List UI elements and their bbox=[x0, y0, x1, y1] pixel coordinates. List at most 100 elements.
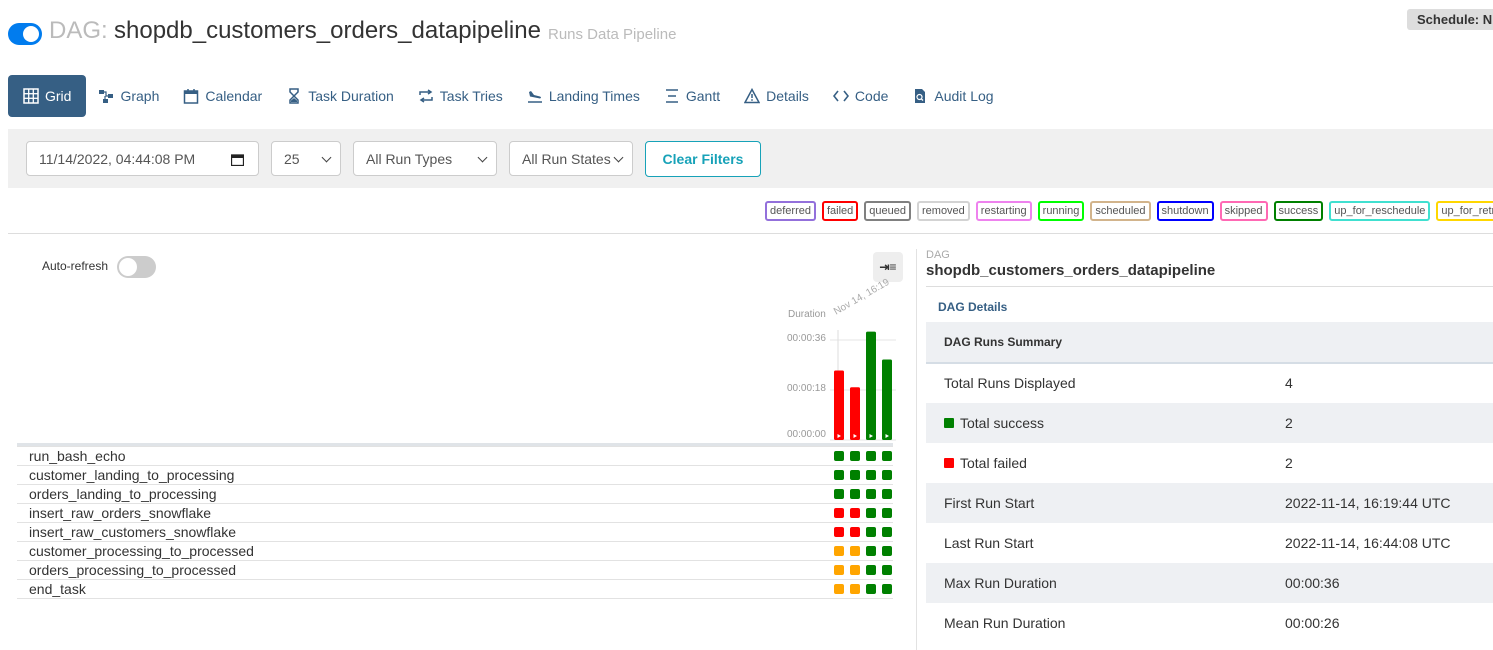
tab-task-duration[interactable]: Task Duration bbox=[274, 75, 406, 117]
tab-gantt[interactable]: Gantt bbox=[652, 75, 732, 117]
tab-audit-log[interactable]: Audit Log bbox=[900, 75, 1005, 117]
task-row[interactable]: orders_processing_to_processed bbox=[17, 560, 893, 579]
task-instance-success[interactable] bbox=[882, 565, 892, 575]
task-name[interactable]: orders_landing_to_processing bbox=[29, 486, 217, 502]
task-instance-success[interactable] bbox=[882, 489, 892, 499]
dag-pause-toggle[interactable] bbox=[8, 23, 42, 45]
task-instance-success[interactable] bbox=[850, 470, 860, 480]
legend-item[interactable]: running bbox=[1037, 201, 1085, 221]
task-instance-success[interactable] bbox=[882, 508, 892, 518]
summary-row: Total success 2 bbox=[926, 403, 1493, 443]
tab-details[interactable]: Details bbox=[732, 75, 821, 117]
hourglass-icon bbox=[289, 88, 299, 104]
legend-item[interactable]: deferred bbox=[765, 201, 816, 221]
task-instance-success[interactable] bbox=[866, 527, 876, 537]
task-instance-upstream_failed[interactable] bbox=[834, 565, 844, 575]
run-type-value: All Run Types bbox=[366, 150, 453, 167]
task-name[interactable]: insert_raw_customers_snowflake bbox=[29, 524, 236, 540]
run-duration-bar[interactable] bbox=[834, 370, 844, 440]
task-name[interactable]: end_task bbox=[29, 581, 86, 597]
task-name[interactable]: insert_raw_orders_snowflake bbox=[29, 505, 211, 521]
task-instance-success[interactable] bbox=[866, 489, 876, 499]
task-instance-failed[interactable] bbox=[850, 527, 860, 537]
dag-title: shopdb_customers_orders_datapipeline bbox=[114, 17, 541, 44]
tab-label: Grid bbox=[45, 88, 72, 104]
task-row[interactable]: insert_raw_customers_snowflake bbox=[17, 522, 893, 541]
tab-grid[interactable]: Grid bbox=[8, 75, 87, 117]
task-row[interactable]: customer_processing_to_processed bbox=[17, 541, 893, 560]
legend-item[interactable]: skipped bbox=[1219, 201, 1268, 221]
task-instance-upstream_failed[interactable] bbox=[834, 546, 844, 556]
tab-label: Graph bbox=[120, 88, 160, 104]
num-runs-select[interactable]: 25 bbox=[271, 141, 341, 176]
run-type-select[interactable]: All Run Types bbox=[353, 141, 497, 176]
task-instance-failed[interactable] bbox=[834, 508, 844, 518]
task-instance-success[interactable] bbox=[834, 451, 844, 461]
run-state-select[interactable]: All Run States bbox=[509, 141, 633, 176]
task-instance-success[interactable] bbox=[866, 546, 876, 556]
divider bbox=[926, 286, 1493, 287]
task-instance-success[interactable] bbox=[866, 451, 876, 461]
task-instance-success[interactable] bbox=[882, 546, 892, 556]
tab-calendar[interactable]: Calendar bbox=[171, 75, 274, 117]
task-row[interactable]: run_bash_echo bbox=[17, 446, 893, 465]
legend-item[interactable]: shutdown bbox=[1156, 201, 1214, 221]
task-instance-failed[interactable] bbox=[850, 508, 860, 518]
summary-key: Last Run Start bbox=[944, 535, 1034, 551]
task-name[interactable]: customer_landing_to_processing bbox=[29, 467, 234, 483]
task-instance-success[interactable] bbox=[834, 470, 844, 480]
task-instance-success[interactable] bbox=[850, 451, 860, 461]
task-name[interactable]: orders_processing_to_processed bbox=[29, 562, 236, 578]
task-row[interactable]: end_task bbox=[17, 579, 893, 599]
legend-item[interactable]: success bbox=[1273, 201, 1324, 221]
run-date-label: Nov 14, 16:19 bbox=[832, 276, 892, 318]
task-instance-success[interactable] bbox=[866, 584, 876, 594]
task-instance-success[interactable] bbox=[882, 527, 892, 537]
run-duration-bar[interactable] bbox=[850, 387, 860, 440]
run-duration-bar[interactable] bbox=[866, 331, 876, 440]
task-instance-upstream_failed[interactable] bbox=[850, 584, 860, 594]
calendar-picker-icon[interactable] bbox=[231, 153, 244, 166]
task-instance-failed[interactable] bbox=[834, 527, 844, 537]
legend-item[interactable]: scheduled bbox=[1090, 201, 1151, 221]
clear-filters-button[interactable]: Clear Filters bbox=[645, 141, 761, 177]
task-instance-success[interactable] bbox=[866, 470, 876, 480]
task-instance-success[interactable] bbox=[882, 470, 892, 480]
tab-landing-times[interactable]: Landing Times bbox=[515, 75, 652, 117]
warning-triangle-icon bbox=[744, 88, 761, 104]
task-row[interactable]: insert_raw_orders_snowflake bbox=[17, 503, 893, 522]
task-row[interactable]: orders_landing_to_processing bbox=[17, 484, 893, 503]
task-instance-success[interactable] bbox=[882, 451, 892, 461]
legend-item[interactable]: up_for_retry bbox=[1436, 201, 1493, 221]
auto-refresh-toggle[interactable] bbox=[117, 256, 156, 278]
duration-tick: 00:00:18 bbox=[787, 383, 826, 394]
task-name[interactable]: customer_processing_to_processed bbox=[29, 543, 254, 559]
collapse-details-button[interactable]: ⇥≡ bbox=[873, 252, 903, 282]
task-instance-upstream_failed[interactable] bbox=[850, 546, 860, 556]
tab-graph[interactable]: Graph bbox=[86, 75, 171, 117]
tab-task-tries[interactable]: Task Tries bbox=[406, 75, 515, 117]
run-duration-bar[interactable] bbox=[882, 359, 892, 440]
state-square-icon bbox=[944, 458, 954, 468]
legend-item[interactable]: restarting bbox=[975, 201, 1032, 221]
retry-icon bbox=[419, 89, 433, 103]
task-name[interactable]: run_bash_echo bbox=[29, 448, 126, 464]
task-instance-upstream_failed[interactable] bbox=[834, 584, 844, 594]
summary-value: 4 bbox=[1285, 375, 1293, 391]
task-instance-success[interactable] bbox=[866, 508, 876, 518]
task-row[interactable]: customer_landing_to_processing bbox=[17, 465, 893, 484]
duration-axis-label: Duration bbox=[788, 309, 826, 320]
legend-item[interactable]: up_for_reschedule bbox=[1329, 201, 1431, 221]
task-instance-success[interactable] bbox=[882, 584, 892, 594]
task-instance-success[interactable] bbox=[834, 489, 844, 499]
task-instance-success[interactable] bbox=[850, 489, 860, 499]
legend-item[interactable]: removed bbox=[917, 201, 970, 221]
tab-code[interactable]: Code bbox=[821, 75, 900, 117]
dag-details-link[interactable]: DAG Details bbox=[938, 300, 1007, 314]
base-date-input[interactable]: 11/14/2022, 04:44:08 PM bbox=[26, 141, 259, 176]
summary-row: Total failed 2 bbox=[926, 443, 1493, 483]
legend-item[interactable]: failed bbox=[821, 201, 859, 221]
legend-item[interactable]: queued bbox=[864, 201, 911, 221]
task-instance-success[interactable] bbox=[866, 565, 876, 575]
task-instance-upstream_failed[interactable] bbox=[850, 565, 860, 575]
